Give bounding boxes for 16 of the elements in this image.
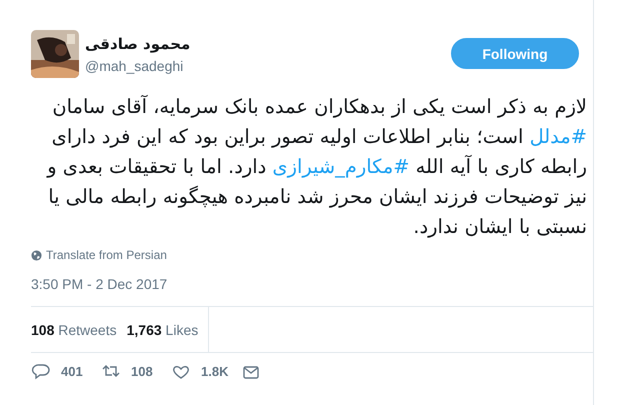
like-count: 1.8K [201, 364, 228, 379]
hashtag-link[interactable]: #مدلل [530, 125, 587, 148]
reply-count: 401 [61, 364, 83, 379]
stat-link[interactable]: 1,763 Likes [126, 322, 198, 338]
translate-link[interactable]: Translate from Persian [46, 248, 167, 262]
retweet-count: 108 [131, 364, 153, 379]
following-button[interactable]: Following [451, 38, 579, 69]
heart-icon[interactable] [171, 363, 191, 380]
author-name[interactable]: محمود صادقی [85, 35, 190, 53]
tweet-timestamp[interactable]: 3:50 PM - 2 Dec 2017 [31, 276, 593, 294]
reply-icon[interactable] [31, 363, 51, 380]
hashtag-link[interactable]: #مکارم_شیرازی [272, 155, 410, 178]
author-handle[interactable]: @mah_sadeghi [85, 58, 451, 74]
tweet-text: لازم به ذکر است یکی از بدهکاران عمده بانک سرمایه، آقای سامان #مدلل است؛ بنابر اطلاعات اولیه تصور براین بود که این فرد دارای رابطه کاری با آیه الله #مکارم_شیرازی دارد. اما با تحقیقات بعدی و نیز توضیحات فرزند ایشان محرز شد نامبرده هیچگونه رابطه مالی یا نسبتی با ایشان ندارد. [46, 94, 587, 240]
stat-link[interactable]: 108 Retweets [31, 322, 117, 338]
globe-icon [31, 250, 42, 260]
